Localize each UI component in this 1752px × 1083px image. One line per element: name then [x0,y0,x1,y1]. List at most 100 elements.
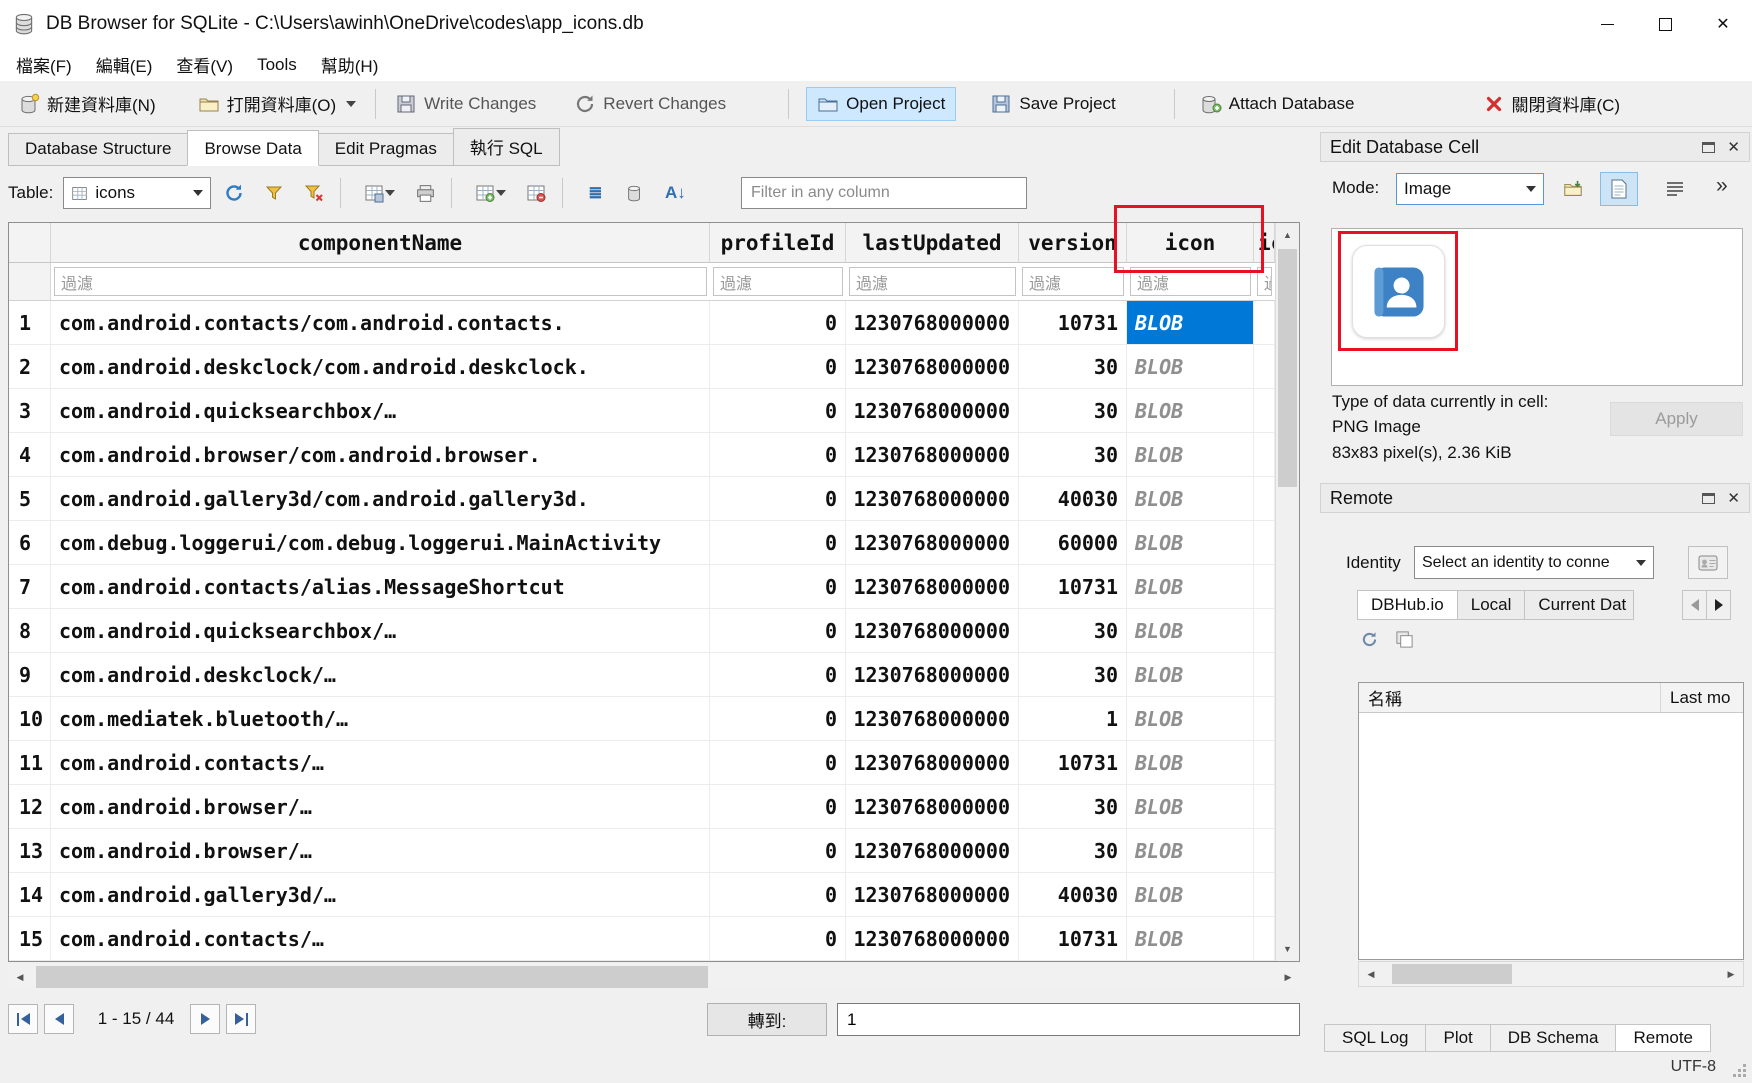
cell-componentName[interactable]: com.android.contacts/… [51,741,710,784]
cell-version[interactable]: 30 [1019,829,1127,872]
mode-selector[interactable]: Image [1396,173,1544,205]
column-header-lastUpdated[interactable]: lastUpdated [846,223,1019,263]
column-header-profileId[interactable]: profileId [710,223,846,263]
cell-componentName[interactable]: com.android.contacts/com.android.contact… [51,301,710,344]
global-filter-input[interactable] [741,177,1027,209]
toggle-multiline-button[interactable]: ≣ [578,176,612,210]
cell-componentName[interactable]: com.debug.loggerui/com.debug.loggerui.Ma… [51,521,710,564]
revert-changes-button[interactable]: Revert Changes [564,88,736,120]
text-view-button[interactable] [1600,172,1638,206]
cell-overflow[interactable] [1254,653,1275,696]
menu-item-file[interactable]: 檔案(F) [4,47,84,82]
row-number[interactable]: 7 [9,565,51,608]
cell-lastUpdated[interactable]: 1230768000000 [846,785,1019,828]
menu-item-edit[interactable]: 編輯(E) [84,47,165,82]
remote-tabs-scroll-right-button[interactable] [1706,590,1731,620]
cell-lastUpdated[interactable]: 1230768000000 [846,873,1019,916]
row-number[interactable]: 11 [9,741,51,784]
row-number[interactable]: 13 [9,829,51,872]
cell-version[interactable]: 10731 [1019,565,1127,608]
row-number[interactable]: 3 [9,389,51,432]
cell-version[interactable]: 30 [1019,785,1127,828]
tab-execute-sql[interactable]: 執行 SQL [453,128,560,166]
cell-version[interactable]: 30 [1019,609,1127,652]
cell-lastUpdated[interactable]: 1230768000000 [846,345,1019,388]
vertical-scrollbar-thumb[interactable] [1278,249,1297,487]
row-number[interactable]: 8 [9,609,51,652]
cell-profileId[interactable]: 0 [710,477,846,520]
cell-componentName[interactable]: com.android.deskclock/com.android.deskcl… [51,345,710,388]
cell-profileId[interactable]: 0 [710,829,846,872]
cell-overflow[interactable] [1254,389,1275,432]
apply-button[interactable]: Apply [1610,402,1743,436]
row-number[interactable]: 5 [9,477,51,520]
cell-overflow[interactable] [1254,477,1275,520]
cell-lastUpdated[interactable]: 1230768000000 [846,301,1019,344]
cell-lastUpdated[interactable]: 1230768000000 [846,829,1019,872]
cell-icon[interactable]: BLOB [1127,609,1254,652]
cell-version[interactable]: 30 [1019,389,1127,432]
cell-version[interactable]: 30 [1019,433,1127,476]
scroll-down-arrow[interactable]: ▼ [1276,937,1299,961]
cell-lastUpdated[interactable]: 1230768000000 [846,565,1019,608]
cell-overflow[interactable] [1254,565,1275,608]
cell-componentName[interactable]: com.android.quicksearchbox/… [51,389,710,432]
cell-profileId[interactable]: 0 [710,609,846,652]
cell-lastUpdated[interactable]: 1230768000000 [846,521,1019,564]
cell-profileId[interactable]: 0 [710,301,846,344]
filter-input-profileId[interactable]: 過濾 [713,267,843,296]
clear-filters-button[interactable] [297,176,331,210]
cell-componentName[interactable]: com.android.deskclock/… [51,653,710,696]
row-number[interactable]: 2 [9,345,51,388]
cell-overflow[interactable] [1254,609,1275,652]
cell-overflow[interactable] [1254,521,1275,564]
row-number[interactable]: 15 [9,917,51,960]
cell-version[interactable]: 10731 [1019,917,1127,960]
cell-componentName[interactable]: com.android.contacts/… [51,917,710,960]
cell-icon[interactable]: BLOB [1127,873,1254,916]
cell-profileId[interactable]: 0 [710,653,846,696]
remote-tab-local[interactable]: Local [1457,590,1526,620]
cell-icon[interactable]: BLOB [1127,741,1254,784]
cell-componentName[interactable]: com.android.gallery3d/… [51,873,710,916]
import-data-button[interactable] [1554,172,1592,206]
previous-record-button[interactable] [44,1004,74,1034]
cell-version[interactable]: 1 [1019,697,1127,740]
identity-selector[interactable]: Select an identity to conne [1414,546,1654,579]
cell-icon[interactable]: BLOB [1127,653,1254,696]
delete-record-button[interactable] [519,176,553,210]
cell-lastUpdated[interactable]: 1230768000000 [846,917,1019,960]
scroll-up-arrow[interactable]: ▲ [1276,223,1299,247]
tab-browse-data[interactable]: Browse Data [187,130,318,166]
filter-input-componentName[interactable]: 過濾 [54,267,707,296]
cell-overflow[interactable] [1254,785,1275,828]
close-panel-icon[interactable]: ✕ [1727,138,1740,156]
row-number[interactable]: 4 [9,433,51,476]
close-panel-icon[interactable]: ✕ [1727,489,1740,507]
menu-item-help[interactable]: 幫助(H) [309,47,391,82]
cell-icon[interactable]: BLOB [1127,829,1254,872]
word-wrap-button[interactable] [1656,172,1694,206]
float-panel-icon[interactable] [1702,142,1715,153]
refresh-button[interactable] [217,176,251,210]
cell-icon[interactable]: BLOB [1127,697,1254,740]
menu-item-view[interactable]: 查看(V) [164,47,245,82]
filter-input-version[interactable]: 過濾 [1022,267,1124,296]
save-results-button[interactable] [356,176,402,210]
open-project-button[interactable]: Open Project [806,87,956,121]
cell-icon[interactable]: BLOB [1127,433,1254,476]
cell-profileId[interactable]: 0 [710,785,846,828]
remote-tab-dbhub[interactable]: DBHub.io [1357,590,1458,620]
next-record-button[interactable] [190,1004,220,1034]
float-panel-icon[interactable] [1702,493,1715,504]
goto-button[interactable]: 轉到: [707,1003,827,1036]
cell-overflow[interactable] [1254,873,1275,916]
cell-componentName[interactable]: com.android.browser/com.android.browser. [51,433,710,476]
cell-version[interactable]: 40030 [1019,477,1127,520]
column-header-componentName[interactable]: componentName [51,223,710,263]
cell-icon[interactable]: BLOB [1127,785,1254,828]
cell-version[interactable]: 10731 [1019,741,1127,784]
new-database-button[interactable]: 新建資料庫(N) [8,86,166,121]
insert-record-button[interactable] [467,176,513,210]
column-header-version[interactable]: version [1019,223,1127,263]
